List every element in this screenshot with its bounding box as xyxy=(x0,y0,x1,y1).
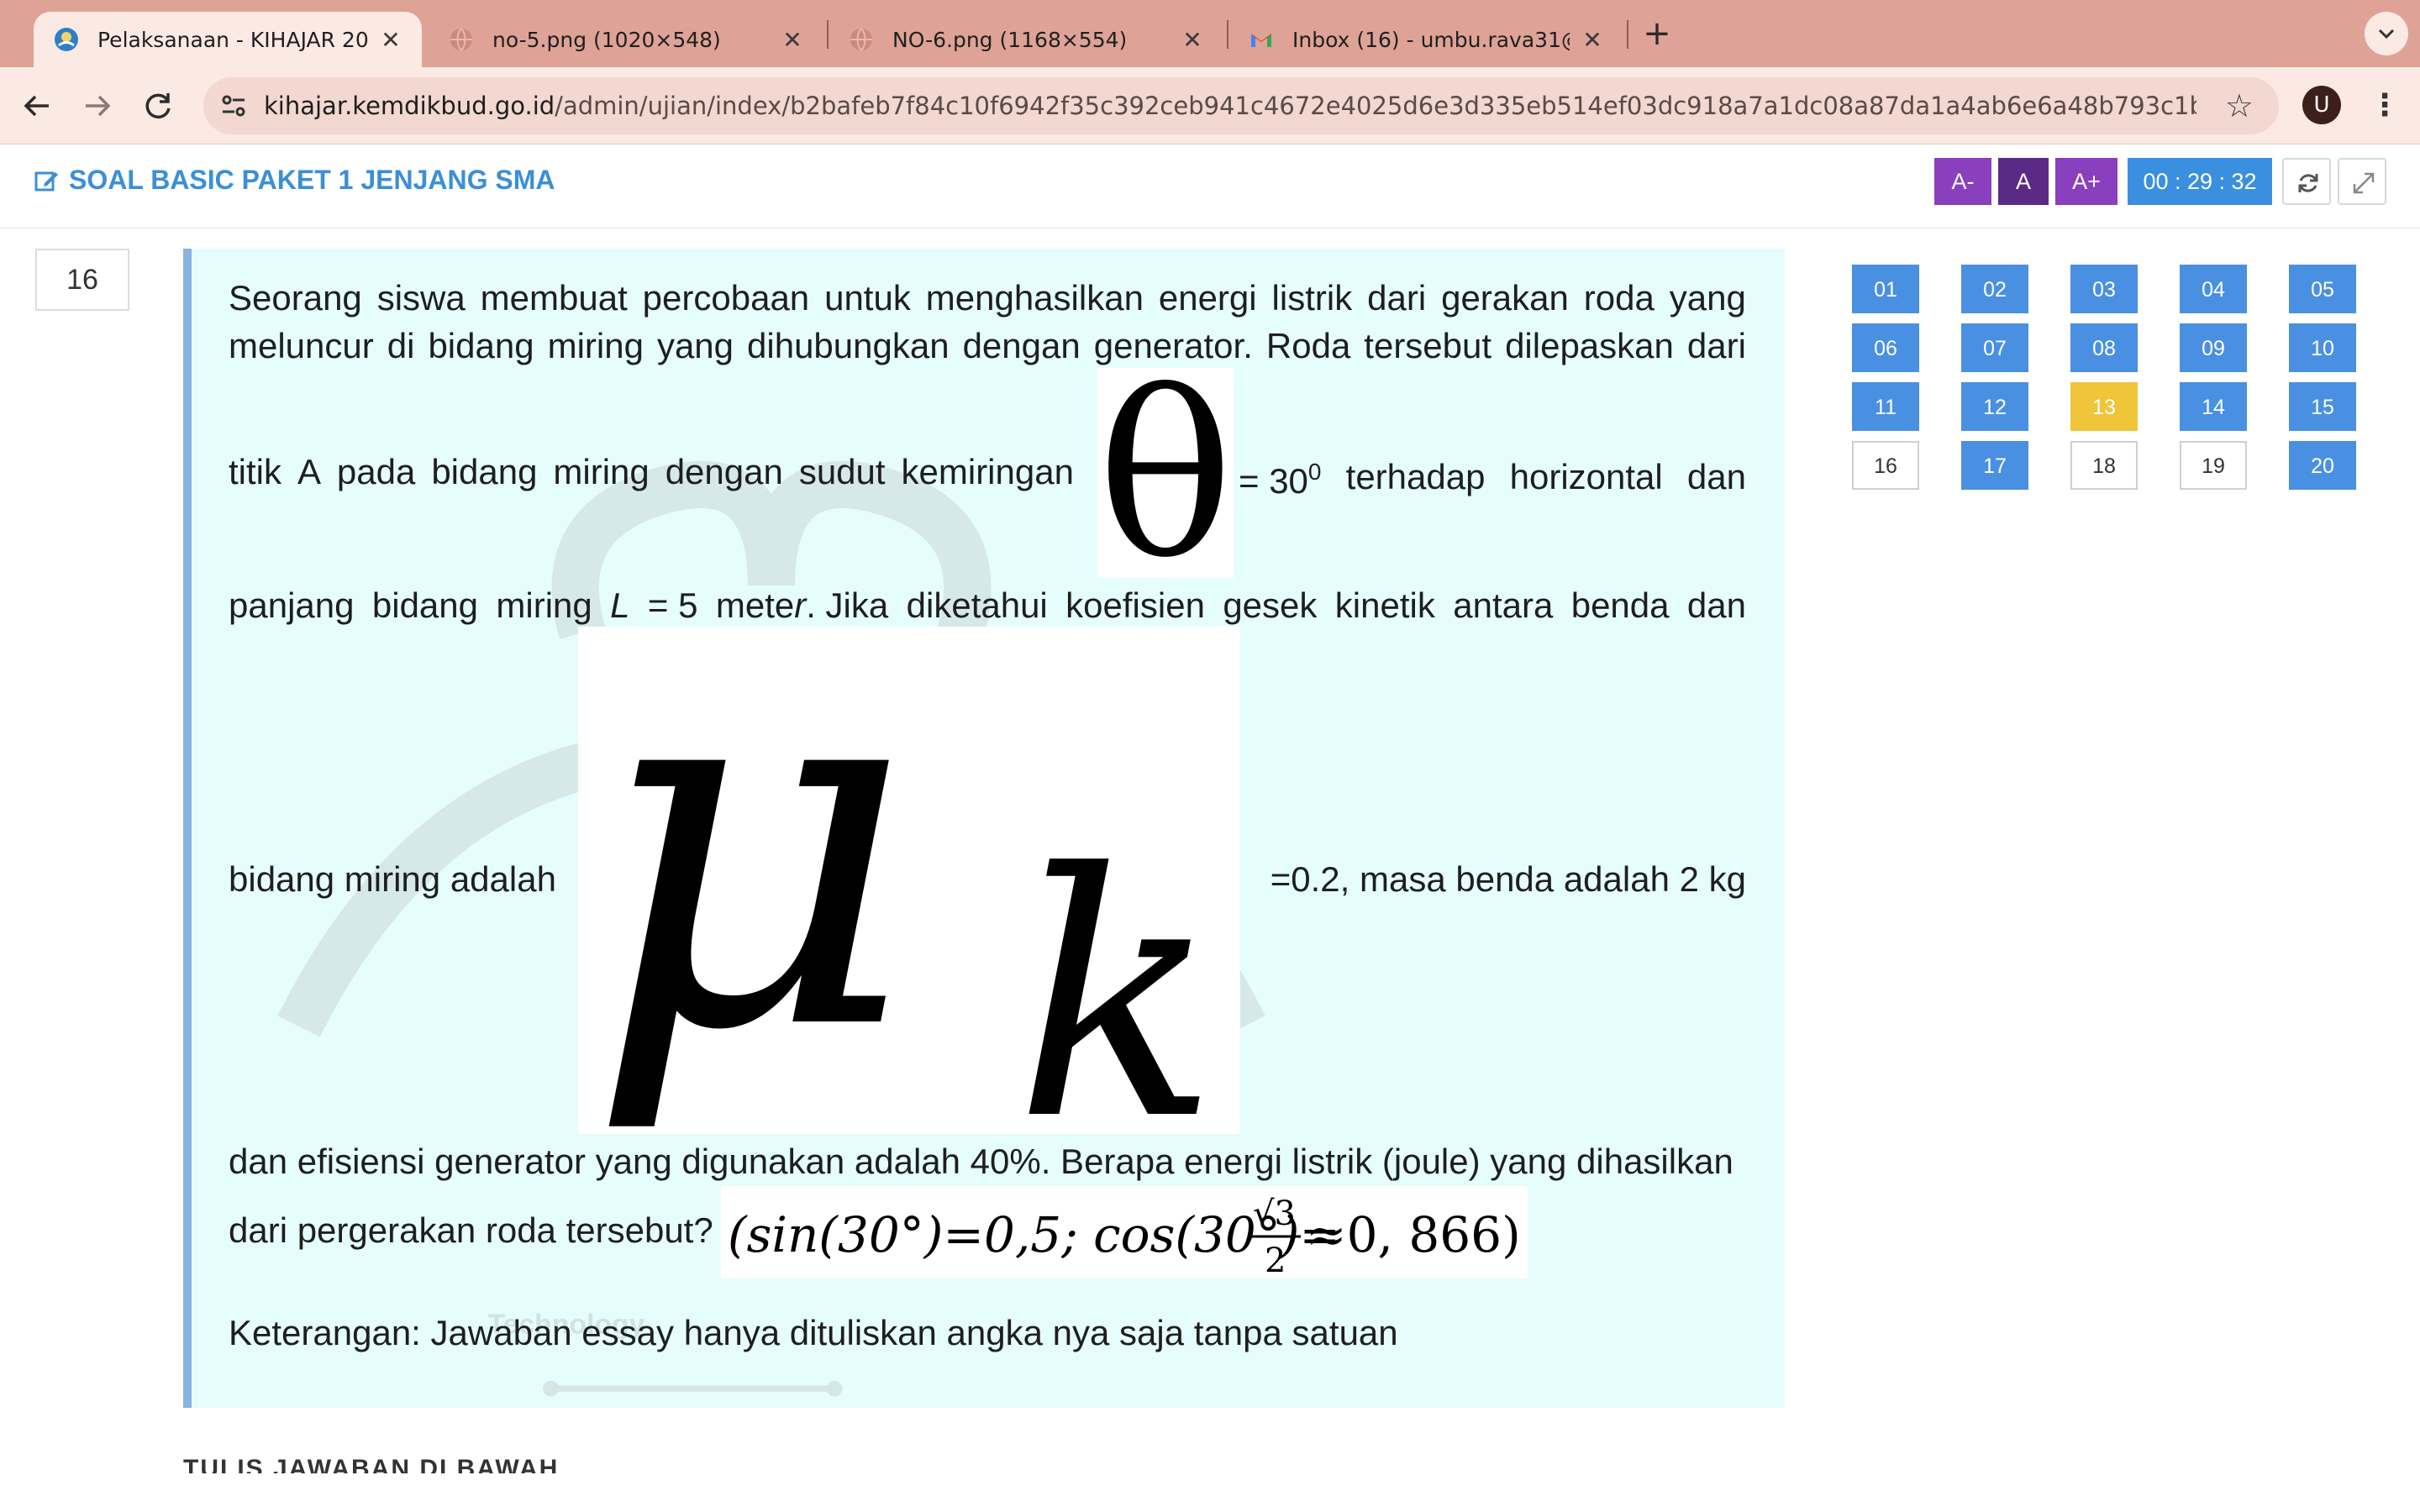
question-nav-button[interactable]: 17 xyxy=(1961,441,2028,490)
question-nav-button[interactable]: 12 xyxy=(1961,382,2028,431)
svg-text:√3: √3 xyxy=(1253,1194,1296,1233)
question-nav-button[interactable]: 10 xyxy=(2289,323,2356,372)
tab-title: Pelaksanaan - KIHAJAR 2024 xyxy=(97,27,368,52)
tab-close-icon[interactable]: ✕ xyxy=(778,26,807,54)
question-nav-button[interactable]: 01 xyxy=(1852,265,1919,313)
theta-symbol-image: θ xyxy=(1097,344,1234,608)
question-nav-button[interactable]: 05 xyxy=(2289,265,2356,313)
question-line-3-right: = 300 terhadap horizontal dan xyxy=(1239,456,1746,501)
tab-no5[interactable]: no-5.png (1020×548) ✕ xyxy=(429,12,823,67)
refresh-icon xyxy=(2298,174,2318,192)
question-nav-button[interactable]: 04 xyxy=(2180,265,2247,313)
font-increase-button[interactable]: A+ xyxy=(2055,158,2118,205)
refresh-button[interactable] xyxy=(2282,158,2331,205)
font-decrease-button[interactable]: A- xyxy=(1934,158,1991,205)
tab-no6[interactable]: NO-6.png (1168×554) ✕ xyxy=(829,12,1223,67)
svg-text:2: 2 xyxy=(1265,1242,1286,1278)
tab-close-icon[interactable]: ✕ xyxy=(376,26,405,54)
profile-avatar[interactable]: U xyxy=(2302,86,2341,124)
question-nav-button[interactable]: 20 xyxy=(2289,441,2356,490)
exam-content: 16 Technology Seorang siswa membuat percoba… xyxy=(0,228,2420,1512)
tab-close-icon[interactable]: ✕ xyxy=(1578,26,1607,54)
bookmark-star-icon[interactable]: ☆ xyxy=(2225,86,2254,126)
mu-k-symbol-image: μ k xyxy=(578,554,1240,1194)
question-nav-button[interactable]: 08 xyxy=(2070,323,2138,372)
question-nav-button[interactable]: 07 xyxy=(1961,323,2028,372)
question-nav-button[interactable]: 03 xyxy=(2070,265,2138,313)
svg-text:≈0, 866): ≈0, 866) xyxy=(1306,1206,1521,1263)
arrow-right-icon xyxy=(86,95,111,117)
tab-title: Inbox (16) - umbu.rava31@sm xyxy=(1292,27,1570,52)
back-button[interactable] xyxy=(17,86,57,126)
question-panel: Technology Seorang siswa membuat percobaan u… xyxy=(183,249,1785,1408)
forward-button[interactable] xyxy=(77,86,118,126)
chevron-down-icon xyxy=(2378,29,2395,39)
url-domain: kihajar.kemdikbud.go.id xyxy=(264,92,555,120)
question-line-2: meluncur di bidang miring yang dihubungkan den… xyxy=(229,326,1746,365)
question-nav-button[interactable]: 18 xyxy=(2070,441,2138,490)
countdown-timer: 00 : 29 : 32 xyxy=(2128,158,2272,205)
svg-text:θ: θ xyxy=(1097,368,1234,578)
tab-close-icon[interactable]: ✕ xyxy=(1178,26,1207,54)
edit-icon xyxy=(34,171,58,191)
question-nav-button[interactable]: 06 xyxy=(1852,323,1919,372)
globe-icon xyxy=(449,27,474,52)
fullscreen-button[interactable] xyxy=(2338,158,2386,205)
reload-icon xyxy=(145,93,171,119)
svg-text:μ: μ xyxy=(587,627,914,1134)
site-settings-icon[interactable] xyxy=(218,91,249,121)
question-nav-button[interactable]: 02 xyxy=(1961,265,2028,313)
question-note: Keterangan: Jawaban essay hanya ditulisk… xyxy=(229,1313,1398,1352)
browser-menu-icon[interactable]: ⋮ xyxy=(2368,82,2402,129)
new-tab-button[interactable]: + xyxy=(1639,15,1676,52)
browser-toolbar: kihajar.kemdikbud.go.id/admin/ujian/inde… xyxy=(0,67,2420,144)
arrow-left-icon xyxy=(24,95,49,117)
question-nav-button[interactable]: 19 xyxy=(2180,441,2247,490)
question-number: 16 xyxy=(35,249,129,311)
question-nav-button[interactable]: 09 xyxy=(2180,323,2247,372)
address-bar[interactable]: kihajar.kemdikbud.go.id/admin/ujian/inde… xyxy=(203,77,2279,134)
question-line-1: Seorang siswa membuat percobaan untuk menghas… xyxy=(229,278,1746,318)
globe-icon xyxy=(849,27,874,52)
svg-text:k: k xyxy=(1015,803,1218,1134)
reload-button[interactable] xyxy=(138,86,178,126)
url-path: /admin/ujian/index/b2bafeb7f84c10f6942f3… xyxy=(555,92,2196,120)
question-line-5-left: bidang miring adalah xyxy=(229,859,556,899)
tab-title: NO-6.png (1168×554) xyxy=(892,27,1128,52)
question-line-6: dan efisiensi generator yang digunakan a… xyxy=(229,1142,1733,1181)
question-nav-button[interactable]: 16 xyxy=(1852,441,1919,490)
question-line-5-right: =0.2, masa benda adalah 2 kg xyxy=(1270,859,1746,899)
expand-icon xyxy=(2353,172,2375,194)
tab-inbox[interactable]: Inbox (16) - umbu.rava31@sm ✕ xyxy=(1228,12,1623,67)
browser-tab-strip: Pelaksanaan - KIHAJAR 2024 ✕ no-5.png (1… xyxy=(0,0,2420,67)
answer-section-label: TULIS JAWABAN DI BAWAH xyxy=(183,1455,560,1473)
gmail-icon xyxy=(1249,27,1274,52)
trig-formula-image: (sin(30°)=0,5; cos(30°)= √3 2 ≈0, 866) xyxy=(721,1186,1528,1280)
question-line-3-left: titik Apada bidang miring dengan sudut kemirin… xyxy=(229,452,1074,491)
exam-title: SOAL BASIC PAKET 1 JENJANG SMA xyxy=(34,165,555,196)
exam-title-text: SOAL BASIC PAKET 1 JENJANG SMA xyxy=(69,165,555,195)
tab-kihajar[interactable]: Pelaksanaan - KIHAJAR 2024 ✕ xyxy=(34,12,422,67)
question-line-4: panjang bidang miring L = 5 meter. Jika diketa… xyxy=(229,585,1746,625)
question-nav-button[interactable]: 15 xyxy=(2289,382,2356,431)
question-nav-button[interactable]: 14 xyxy=(2180,382,2247,431)
svg-text:(sin(30°)=0,5; cos(30°)=: (sin(30°)=0,5; cos(30°)= xyxy=(728,1206,1340,1263)
exam-header: SOAL BASIC PAKET 1 JENJANG SMA A- A A+ 0… xyxy=(0,144,2420,228)
question-nav-button[interactable]: 13 xyxy=(2070,382,2138,431)
tab-separator xyxy=(1627,20,1628,49)
question-nav-button[interactable]: 11 xyxy=(1852,382,1919,431)
tab-title: no-5.png (1020×548) xyxy=(492,27,721,52)
url-text[interactable]: kihajar.kemdikbud.go.id/admin/ujian/inde… xyxy=(264,77,2196,134)
kemdikbud-favicon-icon xyxy=(54,27,79,52)
tab-search-button[interactable] xyxy=(2365,12,2408,55)
question-line-7: dari pergerakan roda tersebut? xyxy=(229,1210,713,1250)
font-normal-button[interactable]: A xyxy=(1998,158,2049,205)
